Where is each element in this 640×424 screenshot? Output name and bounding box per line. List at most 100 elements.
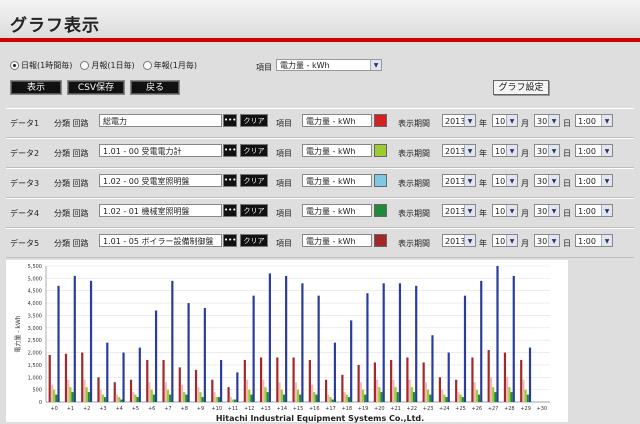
circuit-browse-button[interactable]: •••: [223, 204, 237, 217]
clear-button[interactable]: クリア: [240, 204, 268, 217]
bar: [229, 397, 232, 402]
month-select[interactable]: 10 ▼: [492, 234, 518, 247]
chevron-down-icon: ▼: [601, 175, 612, 186]
time-select[interactable]: 1:00 ▼: [575, 174, 613, 187]
row-item-select[interactable]: 電力量 - kWh: [302, 234, 372, 247]
bar: [154, 310, 158, 402]
circuit-input[interactable]: 1.02 - 00 受電室照明盤: [99, 174, 222, 187]
bar: [201, 397, 204, 402]
clear-button[interactable]: クリア: [240, 174, 268, 187]
bar: [199, 392, 202, 402]
bar: [308, 359, 311, 402]
csv-save-button[interactable]: CSV保存: [67, 80, 125, 95]
month-select[interactable]: 10 ▼: [492, 144, 518, 157]
chevron-down-icon: ▼: [464, 235, 475, 246]
bar: [262, 379, 265, 402]
clear-button[interactable]: クリア: [240, 114, 268, 127]
time-select[interactable]: 1:00 ▼: [575, 234, 613, 247]
bar: [57, 285, 60, 402]
time-select[interactable]: 1:00 ▼: [575, 144, 613, 157]
radio-dot-daily[interactable]: [10, 61, 19, 70]
bar: [522, 379, 525, 402]
year-select[interactable]: 2013 ▼: [442, 204, 476, 217]
item-select[interactable]: 電力量 - kWh ▼: [276, 59, 382, 71]
x-tick-label: +1: [67, 406, 74, 412]
time-select[interactable]: 1:00 ▼: [575, 114, 613, 127]
x-tick-label: +16: [309, 406, 320, 412]
clear-button[interactable]: クリア: [240, 144, 268, 157]
month-select[interactable]: 10 ▼: [492, 174, 518, 187]
circuit-browse-button[interactable]: •••: [223, 234, 237, 247]
bar: [85, 387, 88, 402]
row-item-select[interactable]: 電力量 - kWh: [302, 114, 372, 127]
day-select[interactable]: 30 ▼: [534, 114, 560, 127]
circuit-browse-button[interactable]: •••: [223, 174, 237, 187]
color-swatch[interactable]: [374, 114, 387, 127]
bar: [526, 394, 529, 402]
bar: [406, 357, 409, 402]
year-select[interactable]: 2013 ▼: [442, 234, 476, 247]
bar: [227, 387, 230, 402]
color-swatch[interactable]: [374, 174, 387, 187]
year-unit: 年: [479, 149, 487, 158]
radio-dot-yearly[interactable]: [142, 61, 152, 70]
row-item-select[interactable]: 電力量 - kWh: [302, 204, 372, 217]
bar: [120, 399, 123, 402]
circuit-input[interactable]: 総電力: [99, 114, 222, 127]
chevron-down-icon: ▼: [548, 115, 559, 126]
circuit-input[interactable]: 1.01 - 05 ボイラー設備制御盤: [99, 234, 222, 247]
y-tick-label: 2,000: [28, 351, 42, 357]
bar: [398, 283, 402, 402]
bar: [73, 275, 76, 402]
day-select[interactable]: 30 ▼: [534, 204, 560, 217]
month-unit: 月: [521, 149, 529, 158]
graph-settings-button[interactable]: グラフ設定: [493, 80, 549, 95]
x-tick-label: +25: [455, 406, 466, 412]
bar: [69, 387, 72, 402]
bar: [132, 392, 135, 402]
circuit-browse-button[interactable]: •••: [223, 144, 237, 157]
display-button[interactable]: 表示: [10, 80, 62, 95]
color-swatch[interactable]: [374, 144, 387, 157]
bar: [463, 295, 467, 402]
year-select[interactable]: 2013 ▼: [442, 174, 476, 187]
day-select[interactable]: 30 ▼: [534, 144, 560, 157]
bar: [438, 377, 442, 402]
bar: [183, 392, 186, 402]
row-item-select[interactable]: 電力量 - kWh: [302, 174, 372, 187]
back-button[interactable]: 戻る: [130, 80, 180, 95]
day-select[interactable]: 30 ▼: [534, 174, 560, 187]
period-radio-yearly[interactable]: 年報(1月毎): [142, 60, 197, 71]
clear-button[interactable]: クリア: [240, 234, 268, 247]
bar: [455, 379, 458, 402]
chevron-down-icon: ▼: [601, 115, 612, 126]
circuit-input[interactable]: 1.01 - 00 受電電力計: [99, 144, 222, 157]
month-select[interactable]: 10 ▼: [492, 114, 518, 127]
color-swatch[interactable]: [374, 204, 387, 217]
bar: [164, 382, 167, 402]
day-select[interactable]: 30 ▼: [534, 234, 560, 247]
bar: [491, 387, 495, 402]
bar: [187, 303, 190, 402]
circuit-browse-button[interactable]: •••: [223, 114, 237, 127]
circuit-input[interactable]: 1.02 - 01 機械室照明盤: [99, 204, 222, 217]
bar: [148, 382, 151, 402]
bar: [524, 389, 527, 402]
year-select[interactable]: 2013 ▼: [442, 144, 476, 157]
row-item-label: 項目: [276, 209, 292, 218]
year-select[interactable]: 2013 ▼: [442, 114, 476, 127]
x-tick-label: +7: [164, 406, 171, 412]
month-select[interactable]: 10 ▼: [492, 204, 518, 217]
bar: [431, 335, 434, 402]
bar: [508, 387, 511, 402]
color-swatch[interactable]: [374, 234, 387, 247]
radio-dot-monthly[interactable]: [80, 61, 90, 70]
time-select[interactable]: 1:00 ▼: [575, 204, 613, 217]
x-tick-label: +27: [488, 406, 499, 412]
chevron-down-icon: ▼: [464, 175, 475, 186]
row-item-select[interactable]: 電力量 - kWh: [302, 144, 372, 157]
x-tick-label: +10: [211, 406, 222, 412]
period-radio-monthly[interactable]: 月報(1日毎): [80, 60, 135, 71]
period-radio-daily[interactable]: 日報(1時間毎): [10, 60, 72, 71]
bar: [122, 352, 125, 402]
